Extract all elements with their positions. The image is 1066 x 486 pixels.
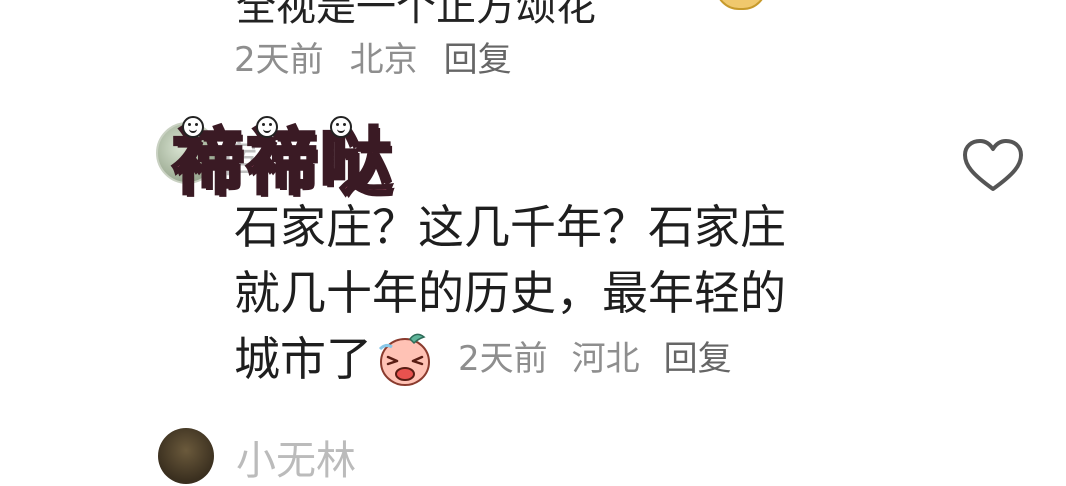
previous-comment-meta: 2天前 北京 回复 [234, 32, 512, 81]
comment-time: 2天前 [234, 40, 324, 80]
avatar[interactable] [158, 428, 214, 484]
comment-body: 石家庄？这几千年？石家庄 就几十年的历史，最年轻的 城市了 2天前 河北 回复 [234, 194, 884, 392]
comment-time: 2天前 [458, 339, 548, 379]
crying-face-emoji-icon [378, 333, 430, 386]
smiley-icon [182, 116, 204, 138]
comment-meta: 2天前 河北 回复 [458, 326, 732, 392]
sticker-char: 禘 [170, 116, 246, 200]
comment-line: 城市了 2天前 河北 回复 [234, 326, 884, 392]
comment-location: 河北 [571, 339, 640, 379]
comment-line-text: 城市了 [234, 332, 372, 386]
smiley-icon [330, 116, 353, 138]
comment-line: 石家庄？这几千年？石家庄 [234, 200, 786, 254]
smiley-icon [256, 116, 279, 138]
emoji-icon [715, 0, 767, 10]
username[interactable]: 小无林 [236, 428, 356, 486]
sticker-char: 禘 [245, 116, 320, 200]
comment-location: 北京 [349, 40, 418, 80]
comment-line: 就几十年的历史，最年轻的 [234, 266, 786, 320]
reply-button[interactable]: 回复 [444, 32, 512, 81]
reply-button[interactable]: 回复 [664, 326, 732, 392]
username-sticker: 禘 禘 哒 [170, 116, 394, 200]
heart-outline-icon[interactable] [962, 138, 1024, 194]
previous-comment-text: 全视是一个正方颂花 [236, 0, 596, 30]
sticker-char: 哒 [319, 116, 394, 200]
